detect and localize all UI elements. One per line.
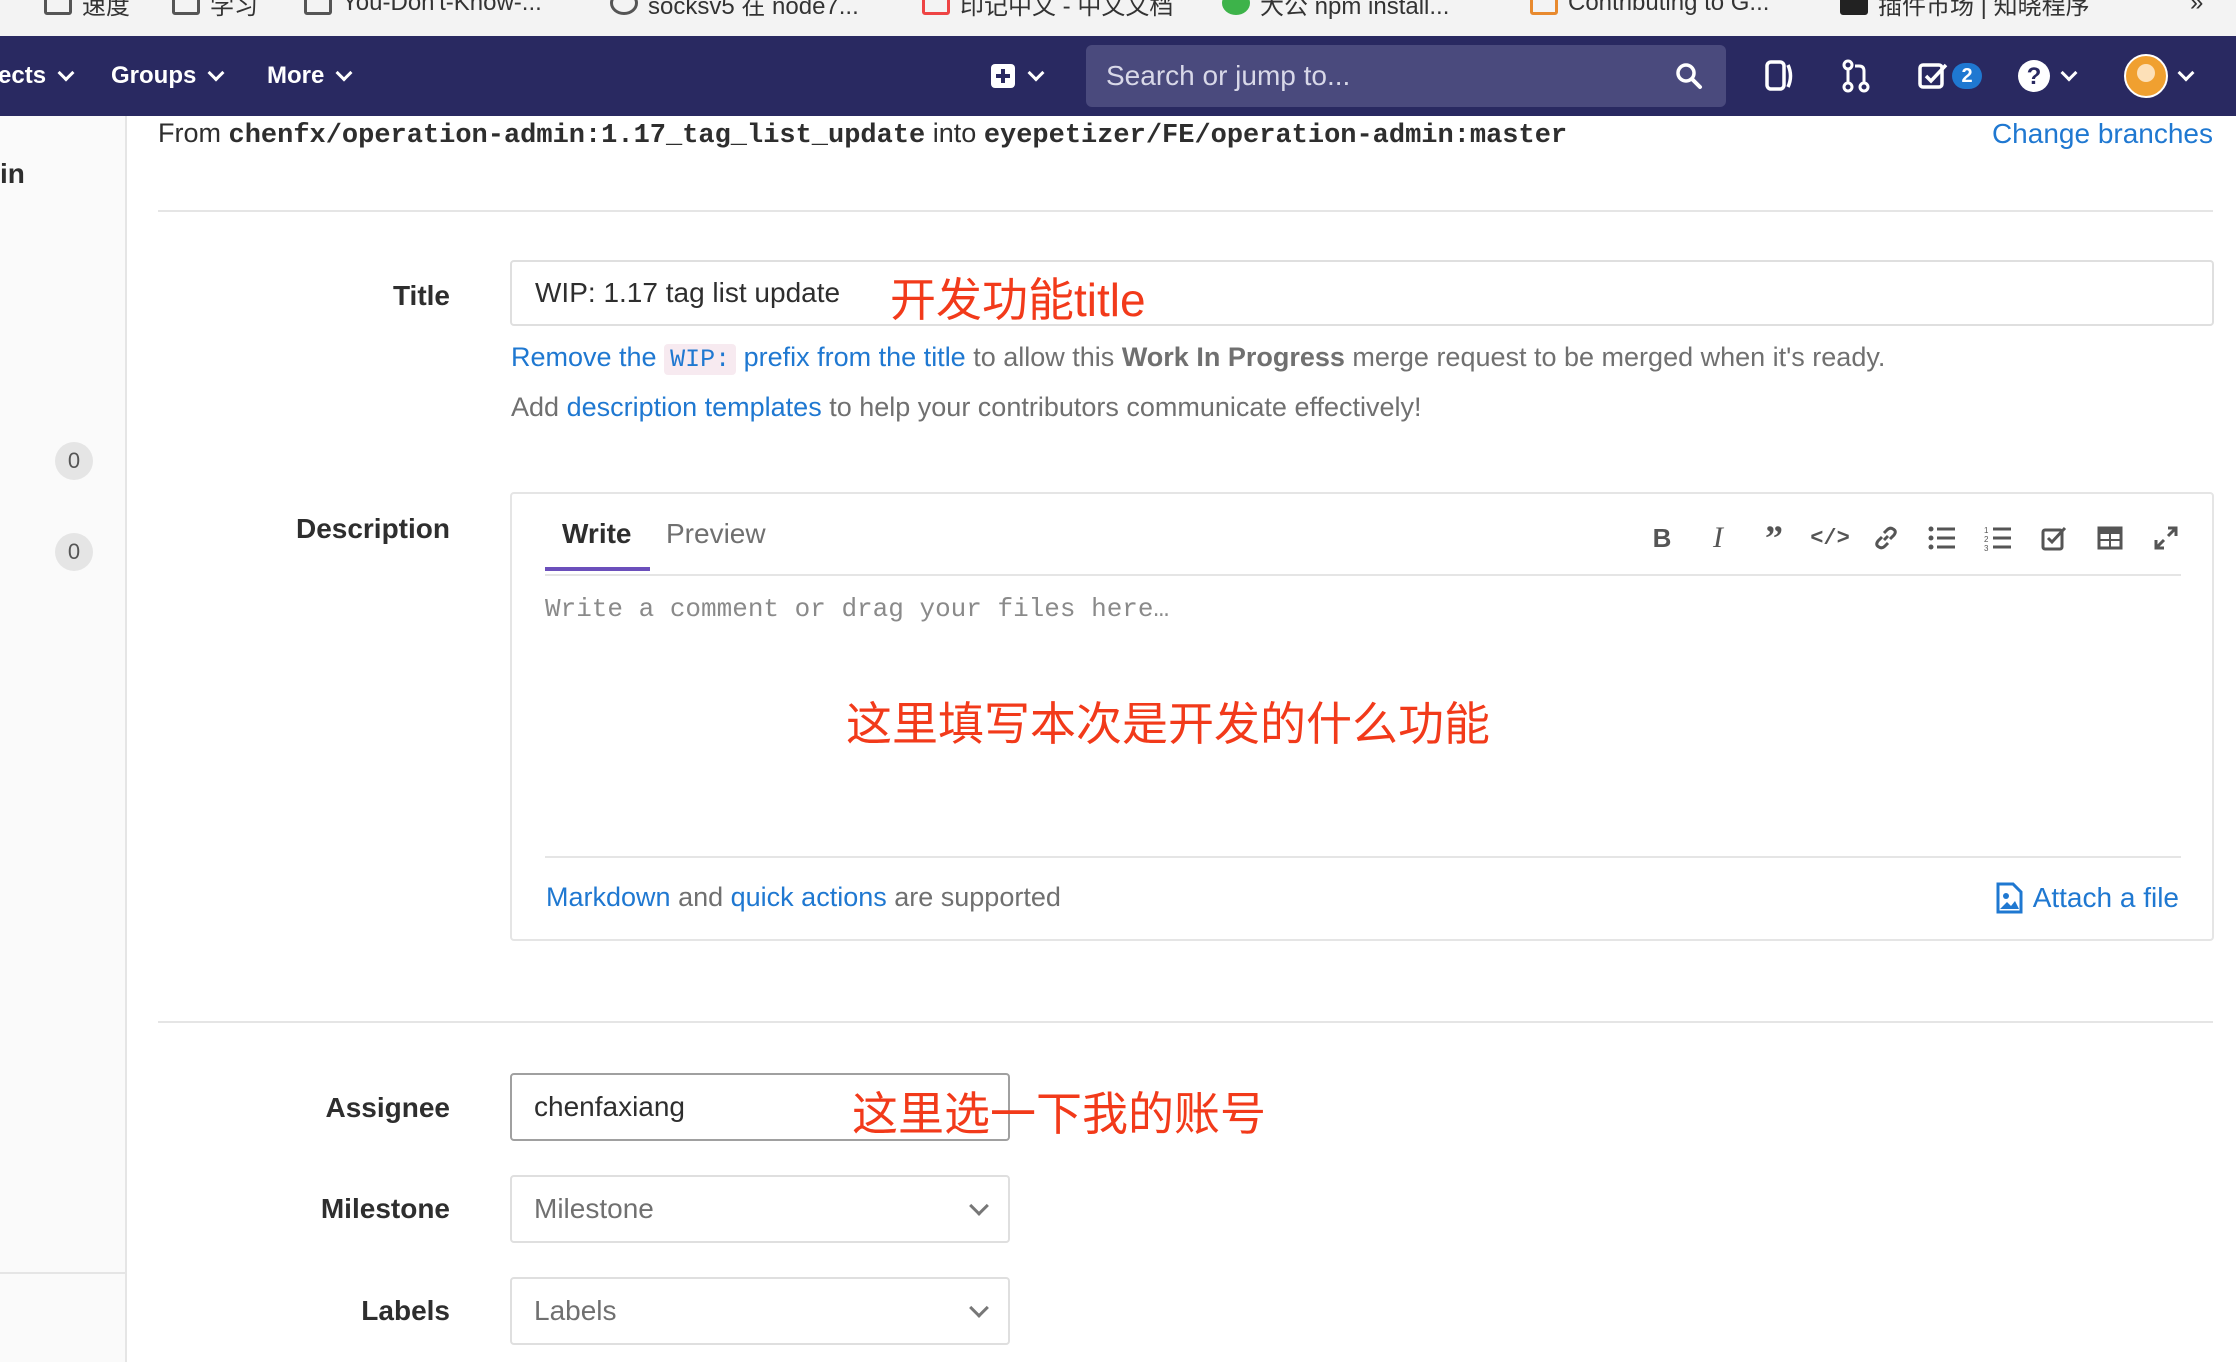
title-annotation: 开发功能title: [890, 274, 1146, 326]
help-dropdown[interactable]: ?: [2014, 56, 2078, 96]
chevron-down-icon: [969, 1196, 989, 1216]
projects-dropdown[interactable]: ects: [0, 36, 75, 116]
wechat-icon: [1222, 0, 1250, 15]
source-branch: chenfx/operation-admin:1.17_tag_list_upd…: [228, 121, 926, 151]
divider: [545, 574, 2181, 576]
sidebar-count-badge: 0: [55, 442, 93, 480]
fullscreen-icon[interactable]: [2146, 518, 2186, 558]
merge-request-icon: [1842, 59, 1870, 93]
folder-icon: [172, 0, 200, 15]
more-dropdown[interactable]: More: [267, 36, 353, 116]
image-file-icon: [1996, 882, 2023, 914]
milestone-dropdown[interactable]: Milestone: [510, 1175, 1010, 1243]
attach-file-button[interactable]: Attach a file: [1995, 882, 2179, 914]
wip-hint: Remove the WIP: prefix from the title to…: [511, 342, 1886, 375]
chevron-down-icon: [57, 64, 75, 82]
divider: [545, 856, 2181, 858]
search-input[interactable]: [1086, 45, 1674, 107]
search-box: [1086, 45, 1726, 107]
assignee-annotation: 这里选一下我的账号: [852, 1088, 1266, 1140]
left-sidebar: in 0 0: [0, 116, 127, 1362]
issues-icon: [1765, 60, 1793, 91]
labels-label: Labels: [361, 1295, 450, 1326]
chevron-down-icon: [335, 64, 353, 82]
chevron-down-icon: [2177, 64, 2195, 82]
tab-preview[interactable]: Preview: [666, 518, 766, 550]
description-label: Description: [295, 513, 450, 544]
active-tab-indicator: [545, 567, 650, 571]
svg-text:1: 1: [1984, 526, 1989, 535]
doc-icon: [922, 0, 950, 15]
code-icon[interactable]: </>: [1810, 518, 1850, 558]
folder-icon: [304, 0, 332, 15]
chevron-down-icon: [2060, 64, 2078, 82]
sidebar-divider: [0, 1272, 125, 1274]
bookmark-item[interactable]: socksv5 在 node7...: [610, 0, 859, 20]
issues-nav[interactable]: [1760, 56, 1800, 96]
bullet-list-icon[interactable]: [1922, 518, 1962, 558]
sidebar-item-label[interactable]: in: [0, 158, 25, 190]
chevron-down-icon: [207, 64, 225, 82]
top-navbar: ects Groups More Search or jump to... 2 …: [0, 36, 2236, 116]
bookmarks-overflow[interactable]: »: [2190, 0, 2203, 18]
description-templates-link[interactable]: description templates: [567, 392, 822, 422]
italic-icon[interactable]: I: [1698, 518, 1738, 558]
github-icon: [610, 0, 638, 15]
target-branch: eyepetizer/FE/operation-admin:master: [983, 121, 1568, 151]
bookmark-item[interactable]: 大公 npm install...: [1222, 0, 1449, 20]
divider: [158, 1021, 2213, 1023]
plus-square-icon: [991, 64, 1015, 88]
bookmarks-bar: 速度 学习 You-Don't-Know-... socksv5 在 node7…: [0, 0, 2236, 36]
quote-icon[interactable]: ”: [1754, 518, 1794, 558]
title-input[interactable]: [510, 260, 2214, 326]
task-list-icon[interactable]: [2034, 518, 2074, 558]
chevron-down-icon: [969, 1298, 989, 1318]
gitbook-icon: [1530, 0, 1558, 15]
user-menu[interactable]: [2118, 54, 2198, 98]
app-icon: [1840, 0, 1868, 15]
milestone-label: Milestone: [320, 1193, 450, 1224]
folder-icon: [44, 0, 72, 15]
avatar: [2124, 54, 2168, 98]
svg-text:3: 3: [1984, 544, 1989, 551]
todos-badge: 2: [1952, 63, 1982, 89]
svg-text:?: ?: [2027, 63, 2042, 90]
tab-write[interactable]: Write: [562, 518, 632, 550]
bookmark-item[interactable]: Contributing to G...: [1530, 0, 1769, 18]
bookmark-item[interactable]: 插件市场 | 知晓程序: [1840, 0, 2090, 20]
bookmark-item[interactable]: 学习: [172, 0, 258, 20]
change-branches-link[interactable]: Change branches: [1992, 118, 2213, 150]
numbered-list-icon[interactable]: 123: [1978, 518, 2018, 558]
new-dropdown[interactable]: [990, 36, 1045, 116]
title-label: Title: [392, 280, 450, 311]
markdown-link[interactable]: Markdown: [546, 882, 671, 912]
bold-icon[interactable]: B: [1642, 518, 1682, 558]
todo-check-icon: [1918, 63, 1948, 89]
labels-dropdown[interactable]: Labels: [510, 1277, 1010, 1345]
markdown-hint: Markdown and quick actions are supported: [546, 882, 1061, 912]
bookmark-item[interactable]: 印记中文 - 中文文档: [922, 0, 1173, 20]
description-annotation: 这里填写本次是开发的什么功能: [846, 698, 1490, 750]
assignee-label: Assignee: [325, 1092, 451, 1123]
double-chevron-icon: »: [2190, 0, 2204, 16]
divider: [158, 210, 2213, 212]
question-icon: ?: [2018, 60, 2050, 92]
link-icon[interactable]: [1866, 518, 1906, 558]
templates-hint: Add description templates to help your c…: [511, 392, 1422, 422]
search-icon[interactable]: [1674, 61, 1704, 91]
merge-requests-nav[interactable]: [1836, 56, 1876, 96]
todos-nav[interactable]: 2: [1918, 56, 1982, 96]
groups-dropdown[interactable]: Groups: [111, 36, 225, 116]
svg-text:2: 2: [1984, 535, 1989, 544]
bookmark-item[interactable]: You-Don't-Know-...: [304, 0, 542, 18]
chevron-down-icon: [1027, 64, 1045, 82]
remove-wip-link[interactable]: Remove the WIP: prefix from the title: [511, 342, 966, 375]
bookmark-item[interactable]: 速度: [44, 0, 130, 20]
sidebar-count-badge: 0: [55, 533, 93, 571]
quick-actions-link[interactable]: quick actions: [731, 882, 887, 912]
table-icon[interactable]: [2090, 518, 2130, 558]
branch-info: From chenfx/operation-admin:1.17_tag_lis…: [158, 118, 1568, 151]
